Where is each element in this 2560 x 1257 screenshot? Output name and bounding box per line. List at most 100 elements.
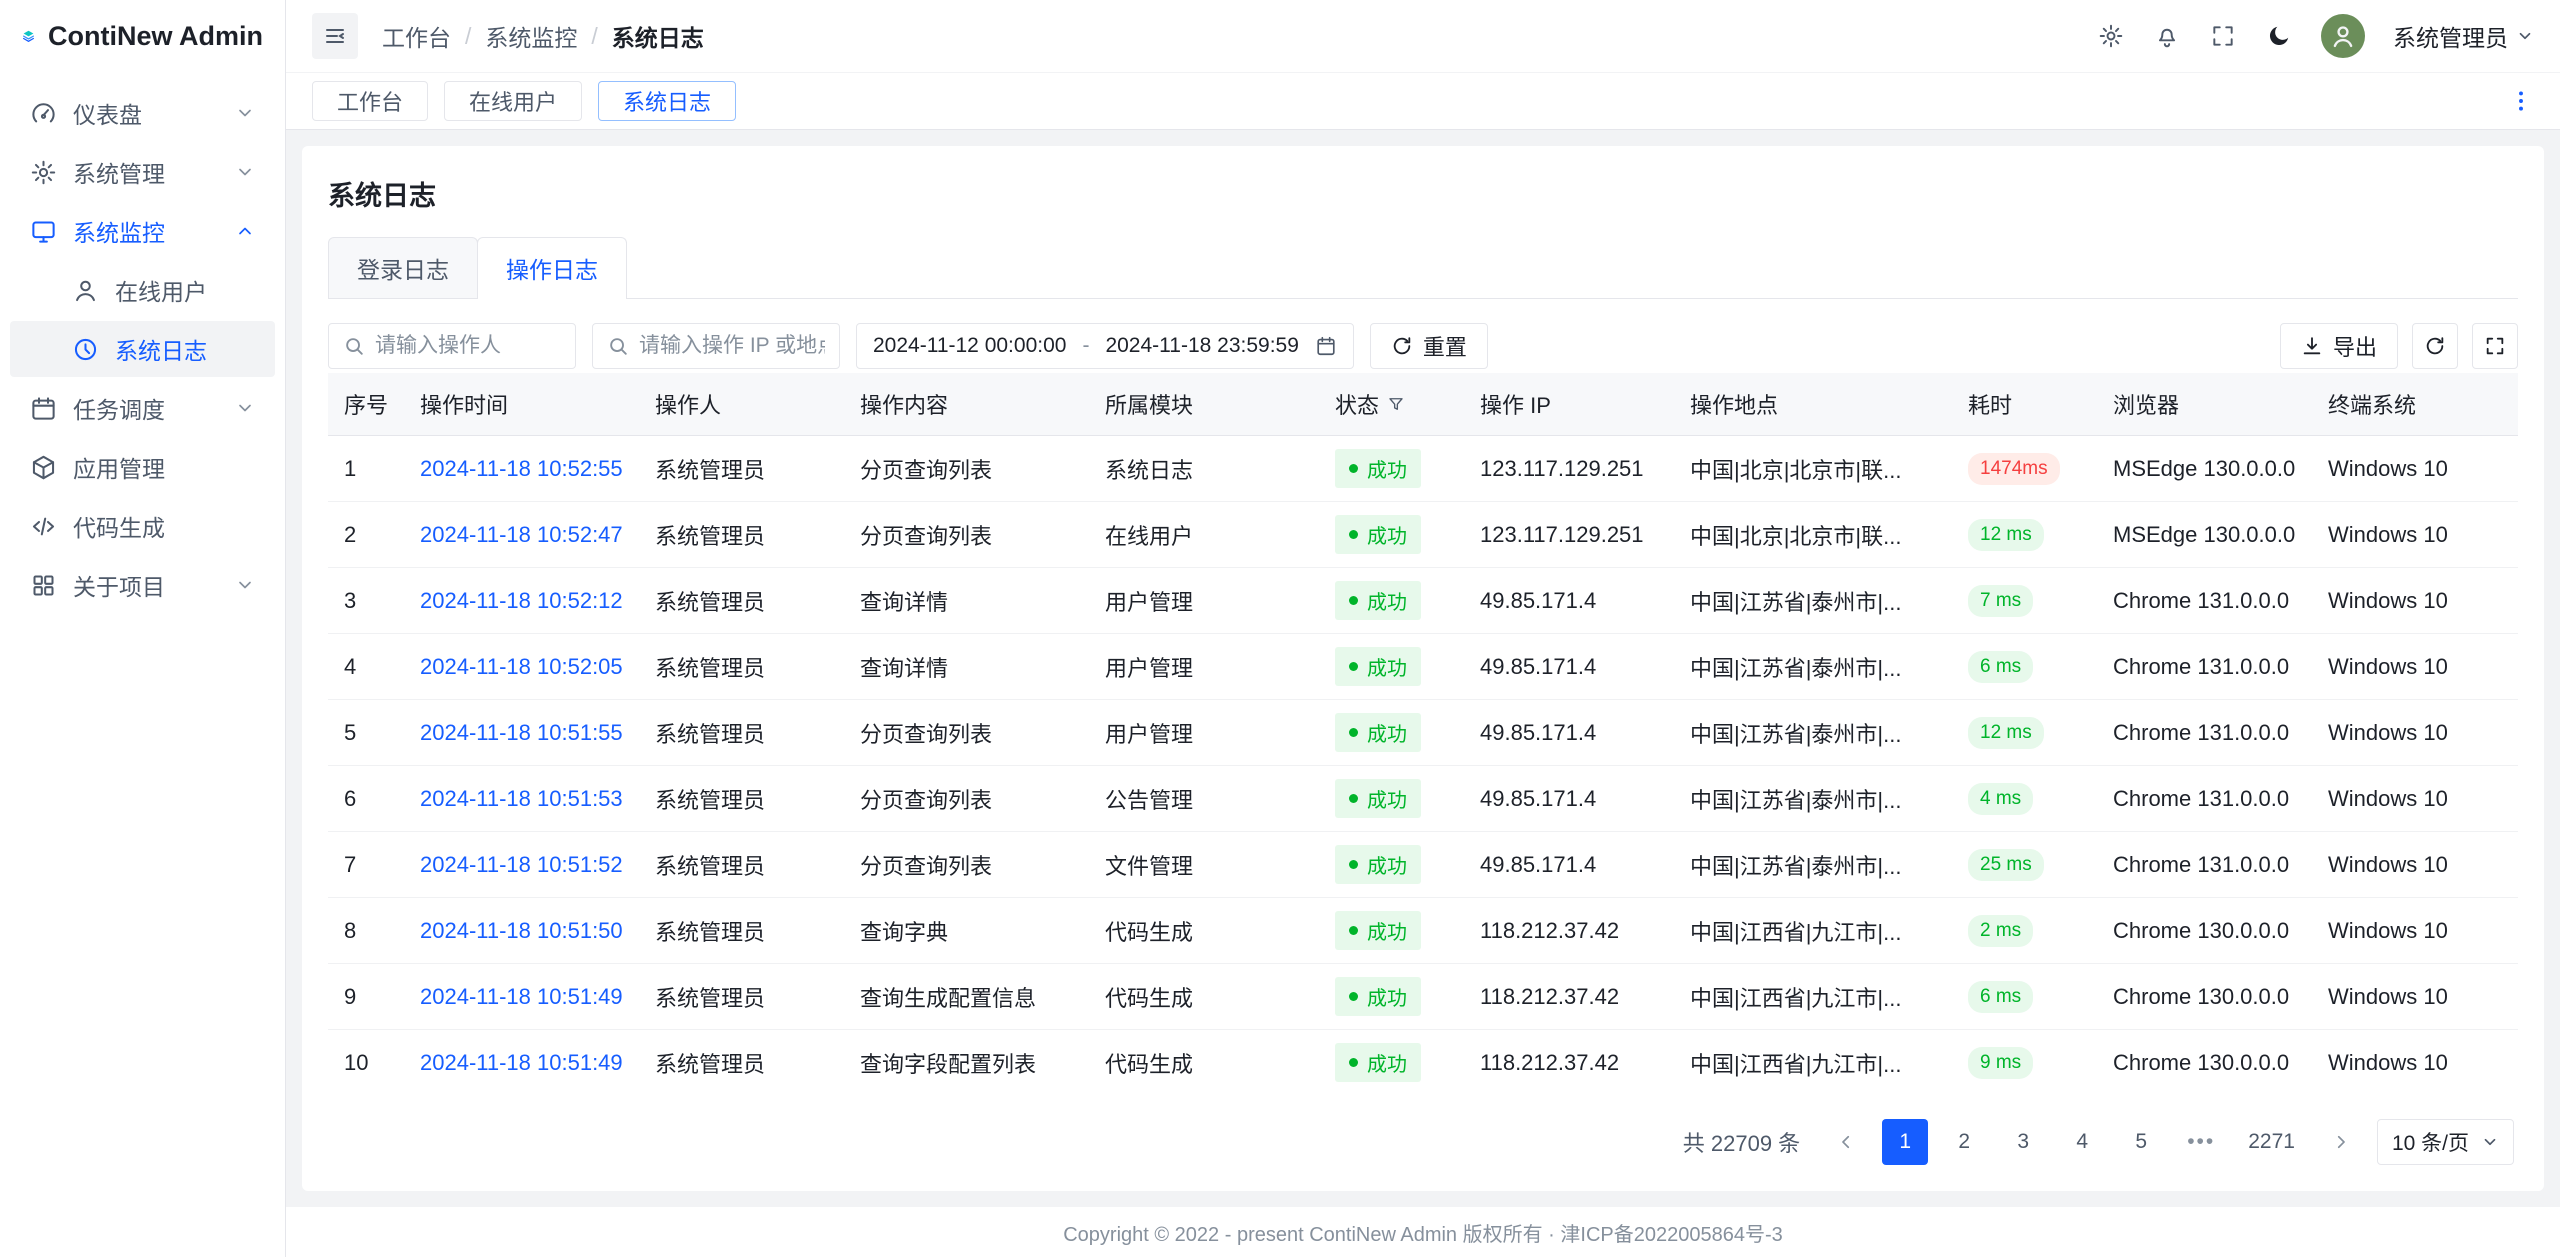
- cell-status: 成功: [1319, 568, 1464, 634]
- col-content: 操作内容: [844, 373, 1089, 436]
- sidebar-item-system-management[interactable]: 系统管理: [10, 144, 275, 200]
- cell-location: 中国|北京|北京市|联...: [1674, 502, 1952, 568]
- pagination-page-5[interactable]: 5: [2118, 1119, 2164, 1165]
- expand-table-button[interactable]: [2472, 323, 2518, 369]
- breadcrumb-item[interactable]: 系统监控: [485, 19, 577, 53]
- tab-operation-log[interactable]: 操作日志: [477, 237, 627, 299]
- cell-ip: 49.85.171.4: [1464, 634, 1674, 700]
- tab-more-button[interactable]: [2508, 88, 2534, 114]
- pagination-page-2271[interactable]: 2271: [2238, 1119, 2305, 1165]
- filter-icon[interactable]: [1387, 395, 1405, 413]
- log-time-link[interactable]: 2024-11-18 10:52:05: [420, 654, 623, 679]
- dark-mode-button[interactable]: [2265, 22, 2293, 50]
- duration-badge: 6 ms: [1968, 981, 2033, 1013]
- log-time-link[interactable]: 2024-11-18 10:52:47: [420, 522, 623, 547]
- table-header-row: 序号 操作时间 操作人 操作内容 所属模块 状态 操作 I: [328, 373, 2518, 436]
- sidebar-item-system-log[interactable]: 系统日志: [10, 321, 275, 377]
- log-time-link[interactable]: 2024-11-18 10:51:55: [420, 720, 623, 745]
- pagination-ellipsis[interactable]: •••: [2177, 1119, 2225, 1165]
- log-time-link[interactable]: 2024-11-18 10:51:49: [420, 984, 623, 1009]
- tab-login-log[interactable]: 登录日志: [328, 237, 478, 298]
- cell-status: 成功: [1319, 766, 1464, 832]
- more-vertical-icon: [2508, 88, 2534, 114]
- cell-location: 中国|江苏省|泰州市|...: [1674, 832, 1952, 898]
- operator-search-field[interactable]: [375, 334, 561, 358]
- pagination-page-4[interactable]: 4: [2059, 1119, 2105, 1165]
- cell-content: 分页查询列表: [844, 766, 1089, 832]
- status-dot-icon: [1349, 926, 1358, 935]
- cell-ip: 49.85.171.4: [1464, 568, 1674, 634]
- log-time-link[interactable]: 2024-11-18 10:51:50: [420, 918, 623, 943]
- notifications-button[interactable]: [2153, 22, 2181, 50]
- log-time-link[interactable]: 2024-11-18 10:51:53: [420, 786, 623, 811]
- chevron-up-icon: [235, 221, 255, 241]
- grid-icon: [30, 572, 57, 599]
- sidebar-item-online-users[interactable]: 在线用户: [10, 262, 275, 318]
- cell-duration: 7 ms: [1952, 568, 2097, 634]
- ip-search-field[interactable]: [639, 334, 825, 358]
- cell-module: 用户管理: [1089, 700, 1319, 766]
- header: 工作台 / 系统监控 / 系统日志 系统管理员: [286, 0, 2560, 72]
- breadcrumb-item[interactable]: 工作台: [382, 19, 451, 53]
- col-os: 终端系统: [2312, 373, 2518, 436]
- page-size-select[interactable]: 10 条/页: [2377, 1119, 2514, 1165]
- sidebar-item-about-project[interactable]: 关于项目: [10, 557, 275, 613]
- operator-search-input[interactable]: [328, 323, 576, 369]
- export-button[interactable]: 导出: [2280, 323, 2398, 369]
- chevron-right-icon: [2332, 1133, 2350, 1151]
- breadcrumb-separator: /: [591, 23, 597, 50]
- log-time-link[interactable]: 2024-11-18 10:52:12: [420, 588, 623, 613]
- pagination-page-1[interactable]: 1: [1882, 1119, 1928, 1165]
- pagination-page-2[interactable]: 2: [1941, 1119, 1987, 1165]
- avatar[interactable]: [2321, 14, 2365, 58]
- fullscreen-button[interactable]: [2209, 22, 2237, 50]
- sidebar-item-app-management[interactable]: 应用管理: [10, 439, 275, 495]
- log-time-link[interactable]: 2024-11-18 10:51:52: [420, 852, 623, 877]
- refresh-table-button[interactable]: [2412, 323, 2458, 369]
- cell-location: 中国|江苏省|泰州市|...: [1674, 766, 1952, 832]
- cell-duration: 25 ms: [1952, 832, 2097, 898]
- tab-system-log[interactable]: 系统日志: [598, 81, 736, 121]
- sidebar-collapse-button[interactable]: [312, 13, 358, 59]
- cell-content: 查询生成配置信息: [844, 964, 1089, 1030]
- pagination-prev-button[interactable]: [1823, 1119, 1869, 1165]
- user-menu[interactable]: 系统管理员: [2393, 19, 2534, 53]
- reset-button[interactable]: 重置: [1370, 323, 1488, 369]
- cell-duration: 12 ms: [1952, 502, 2097, 568]
- date-range-picker[interactable]: 2024-11-12 00:00:00 - 2024-11-18 23:59:5…: [856, 323, 1354, 369]
- sidebar-item-code-generation[interactable]: 代码生成: [10, 498, 275, 554]
- sidebar-item-dashboard[interactable]: 仪表盘: [10, 85, 275, 141]
- status-badge: 成功: [1335, 845, 1421, 884]
- cell-os: Windows 10: [2312, 898, 2518, 964]
- tab-online-users[interactable]: 在线用户: [444, 81, 582, 121]
- status-badge: 成功: [1335, 1043, 1421, 1082]
- duration-badge: 9 ms: [1968, 1047, 2033, 1079]
- cell-os: Windows 10: [2312, 502, 2518, 568]
- sidebar-item-system-monitor[interactable]: 系统监控: [10, 203, 275, 259]
- logo[interactable]: ContiNew Admin: [0, 0, 285, 72]
- log-time-link[interactable]: 2024-11-18 10:51:49: [420, 1050, 623, 1075]
- cell-operator: 系统管理员: [639, 964, 844, 1030]
- tab-workbench[interactable]: 工作台: [312, 81, 428, 121]
- tab-bar: 工作台 在线用户 系统日志: [286, 72, 2560, 130]
- cell-duration: 6 ms: [1952, 634, 2097, 700]
- pagination-next-button[interactable]: [2318, 1119, 2364, 1165]
- tab-label: 工作台: [337, 85, 403, 117]
- table-row: 9 2024-11-18 10:51:49 系统管理员 查询生成配置信息 代码生…: [328, 964, 2518, 1030]
- col-status: 状态: [1319, 373, 1464, 436]
- cell-module: 用户管理: [1089, 568, 1319, 634]
- bell-icon: [2154, 23, 2180, 49]
- cell-operator: 系统管理员: [639, 700, 844, 766]
- cell-index: 9: [328, 964, 404, 1030]
- cell-operator: 系统管理员: [639, 502, 844, 568]
- pagination-page-3[interactable]: 3: [2000, 1119, 2046, 1165]
- cell-ip: 49.85.171.4: [1464, 832, 1674, 898]
- settings-button[interactable]: [2097, 22, 2125, 50]
- sidebar-item-task-schedule[interactable]: 任务调度: [10, 380, 275, 436]
- date-separator: -: [1082, 334, 1089, 358]
- ip-search-input[interactable]: [592, 323, 840, 369]
- cell-browser: Chrome 131.0.0.0: [2097, 568, 2312, 634]
- chevron-down-icon: [2481, 1133, 2499, 1151]
- sidebar-item-label: 仪表盘: [73, 96, 219, 130]
- log-time-link[interactable]: 2024-11-18 10:52:55: [420, 456, 623, 481]
